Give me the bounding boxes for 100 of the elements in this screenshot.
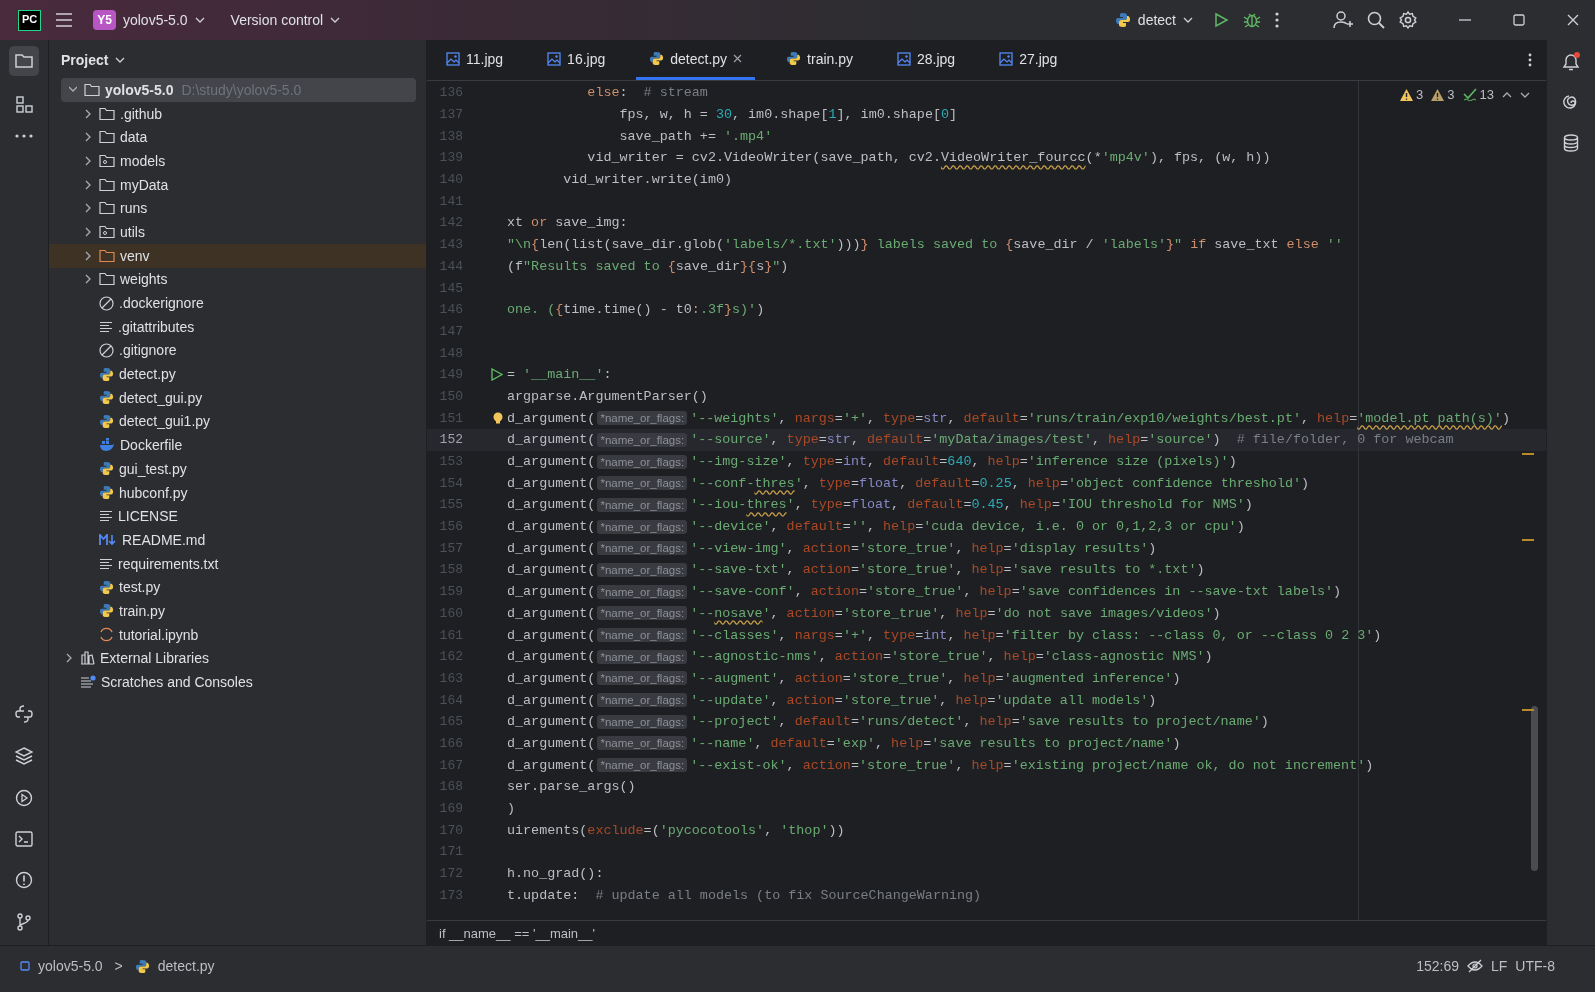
inspection-count: 13 <box>1479 87 1494 102</box>
tree-item-label[interactable]: .gitattributes <box>118 318 195 335</box>
app-logo[interactable]: PC <box>18 9 42 31</box>
python-file-icon <box>99 603 114 619</box>
scrollbar-thumb[interactable] <box>1531 706 1538 871</box>
tree-item-label[interactable]: .gitignore <box>119 342 177 359</box>
run-icon[interactable] <box>1213 12 1229 28</box>
line-ending[interactable]: LF <box>1491 958 1508 974</box>
tree-item-label[interactable]: hubconf.py <box>119 484 188 501</box>
tree-item-label[interactable]: data <box>120 129 148 146</box>
run-icon[interactable] <box>491 368 503 382</box>
tree-item-label[interactable]: weights <box>120 271 168 288</box>
chevron-icon[interactable] <box>84 226 92 237</box>
chevron-icon[interactable] <box>65 653 73 664</box>
chevron-icon[interactable] <box>84 179 92 190</box>
tab-label[interactable]: 16.jpg <box>567 50 606 67</box>
terminal-icon[interactable] <box>15 831 33 847</box>
close-icon[interactable] <box>733 54 743 63</box>
project-panel-title[interactable]: Project <box>49 40 138 78</box>
editor-tab[interactable]: train.py <box>773 40 866 80</box>
chevron-icon[interactable] <box>84 132 92 143</box>
layers-icon[interactable] <box>15 747 33 765</box>
editor-tab[interactable]: 16.jpg <box>534 40 619 80</box>
git-branch-icon[interactable] <box>16 913 32 931</box>
tree-item-label[interactable]: tutorial.ipynb <box>119 626 199 643</box>
weak-warning-icon[interactable] <box>1431 88 1445 101</box>
tree-item-label[interactable]: .github <box>120 105 163 122</box>
status-path-item[interactable]: yolov5-5.0 <box>38 958 103 974</box>
chevron-icon[interactable] <box>84 250 92 261</box>
tab-label[interactable]: train.py <box>807 50 853 67</box>
more-icon[interactable] <box>1275 12 1279 28</box>
code-text: ) <box>507 801 516 817</box>
tree-item-label[interactable]: .dockerignore <box>119 295 204 312</box>
search-icon[interactable] <box>1367 11 1385 29</box>
maximize-icon[interactable] <box>1513 14 1525 26</box>
more-icon[interactable] <box>1528 53 1532 67</box>
status-path-item[interactable]: detect.py <box>157 958 215 974</box>
hidden-eye-icon[interactable] <box>1467 959 1483 973</box>
tree-item-label[interactable]: myData <box>120 176 169 193</box>
tree-item-label[interactable]: models <box>120 152 166 169</box>
tree-item-label[interactable]: yolov5-5.0 <box>105 81 174 98</box>
python-file-icon <box>99 390 114 406</box>
tree-item-label[interactable]: venv <box>120 247 150 264</box>
project-selector[interactable]: Y5 yolov5-5.0 <box>87 6 211 34</box>
chevron-down-icon[interactable] <box>1520 91 1530 98</box>
editor-tab[interactable]: 28.jpg <box>884 40 969 80</box>
warning-icon[interactable] <box>1400 88 1414 101</box>
breadcrumb[interactable]: if __name__ == '__main__' <box>439 925 596 941</box>
bell-icon[interactable] <box>1561 52 1581 72</box>
python-console-icon[interactable] <box>15 705 33 723</box>
tree-item-label[interactable]: LICENSE <box>118 508 178 525</box>
services-icon[interactable] <box>15 789 33 807</box>
add-user-icon[interactable] <box>1333 11 1353 29</box>
database-icon[interactable] <box>1563 134 1579 152</box>
chevron-up-icon[interactable] <box>1502 91 1512 98</box>
editor-tab[interactable]: 27.jpg <box>986 40 1071 80</box>
run-configuration-selector[interactable]: detect <box>1108 8 1199 32</box>
structure-icon[interactable] <box>15 96 33 114</box>
cursor-position[interactable]: 152:69 <box>1416 958 1459 974</box>
chevron-icon[interactable] <box>84 155 92 166</box>
tab-label[interactable]: 28.jpg <box>917 50 956 67</box>
tree-item-label[interactable]: Scratches and Consoles <box>101 674 253 691</box>
caret-icon <box>194 17 205 23</box>
tree-item-label[interactable]: requirements.txt <box>118 555 219 572</box>
version-control-menu[interactable]: Version control <box>224 8 347 32</box>
more-icon[interactable] <box>15 134 33 138</box>
tree-item-label[interactable]: gui_test.py <box>119 460 187 477</box>
close-icon[interactable] <box>1567 14 1579 26</box>
tree-item-label[interactable]: utils <box>120 223 145 240</box>
check-icon[interactable] <box>1462 88 1477 101</box>
tab-label[interactable]: 27.jpg <box>1019 50 1058 67</box>
image-file-icon <box>999 51 1014 66</box>
tree-item-label[interactable]: test.py <box>119 579 161 596</box>
tree-item-label[interactable]: runs <box>120 200 148 217</box>
tree-item-label[interactable]: Dockerfile <box>120 437 183 454</box>
tree-item-label[interactable]: External Libraries <box>100 650 209 667</box>
tree-item-label[interactable]: detect.py <box>119 366 176 383</box>
editor-tab[interactable]: 11.jpg <box>433 40 517 80</box>
bug-icon[interactable] <box>1243 11 1261 29</box>
caret-icon <box>330 17 341 23</box>
editor-tab[interactable]: detect.py <box>636 40 756 80</box>
tree-item-label[interactable]: detect_gui.py <box>119 389 203 406</box>
problems-icon[interactable] <box>15 871 33 889</box>
lightbulb-icon[interactable] <box>493 412 503 425</box>
excluded-tree-item[interactable]: venv <box>49 243 426 268</box>
tab-label[interactable]: 11.jpg <box>466 50 504 67</box>
chevron-icon[interactable] <box>84 274 92 285</box>
parameter-hint: *name_or_flags: <box>597 671 688 686</box>
tree-item-label[interactable]: README.md <box>122 531 206 548</box>
settings-icon[interactable] <box>1399 11 1417 29</box>
tab-label[interactable]: detect.py <box>670 50 728 67</box>
folder-icon[interactable] <box>9 46 39 76</box>
tree-item-label[interactable]: train.py <box>119 602 165 619</box>
chevron-icon[interactable] <box>84 203 92 214</box>
tree-item-label[interactable]: detect_gui1.py <box>119 413 211 430</box>
chevron-icon[interactable] <box>84 108 92 119</box>
file-encoding[interactable]: UTF-8 <box>1515 958 1555 974</box>
code-text: '--project', default='runs/detect', help='save results to project/name') <box>690 714 1269 730</box>
code-text: '--exist-ok', action='store_true', help='existing project/name ok, do not increment') <box>690 757 1374 773</box>
menu-icon[interactable] <box>55 13 74 27</box>
